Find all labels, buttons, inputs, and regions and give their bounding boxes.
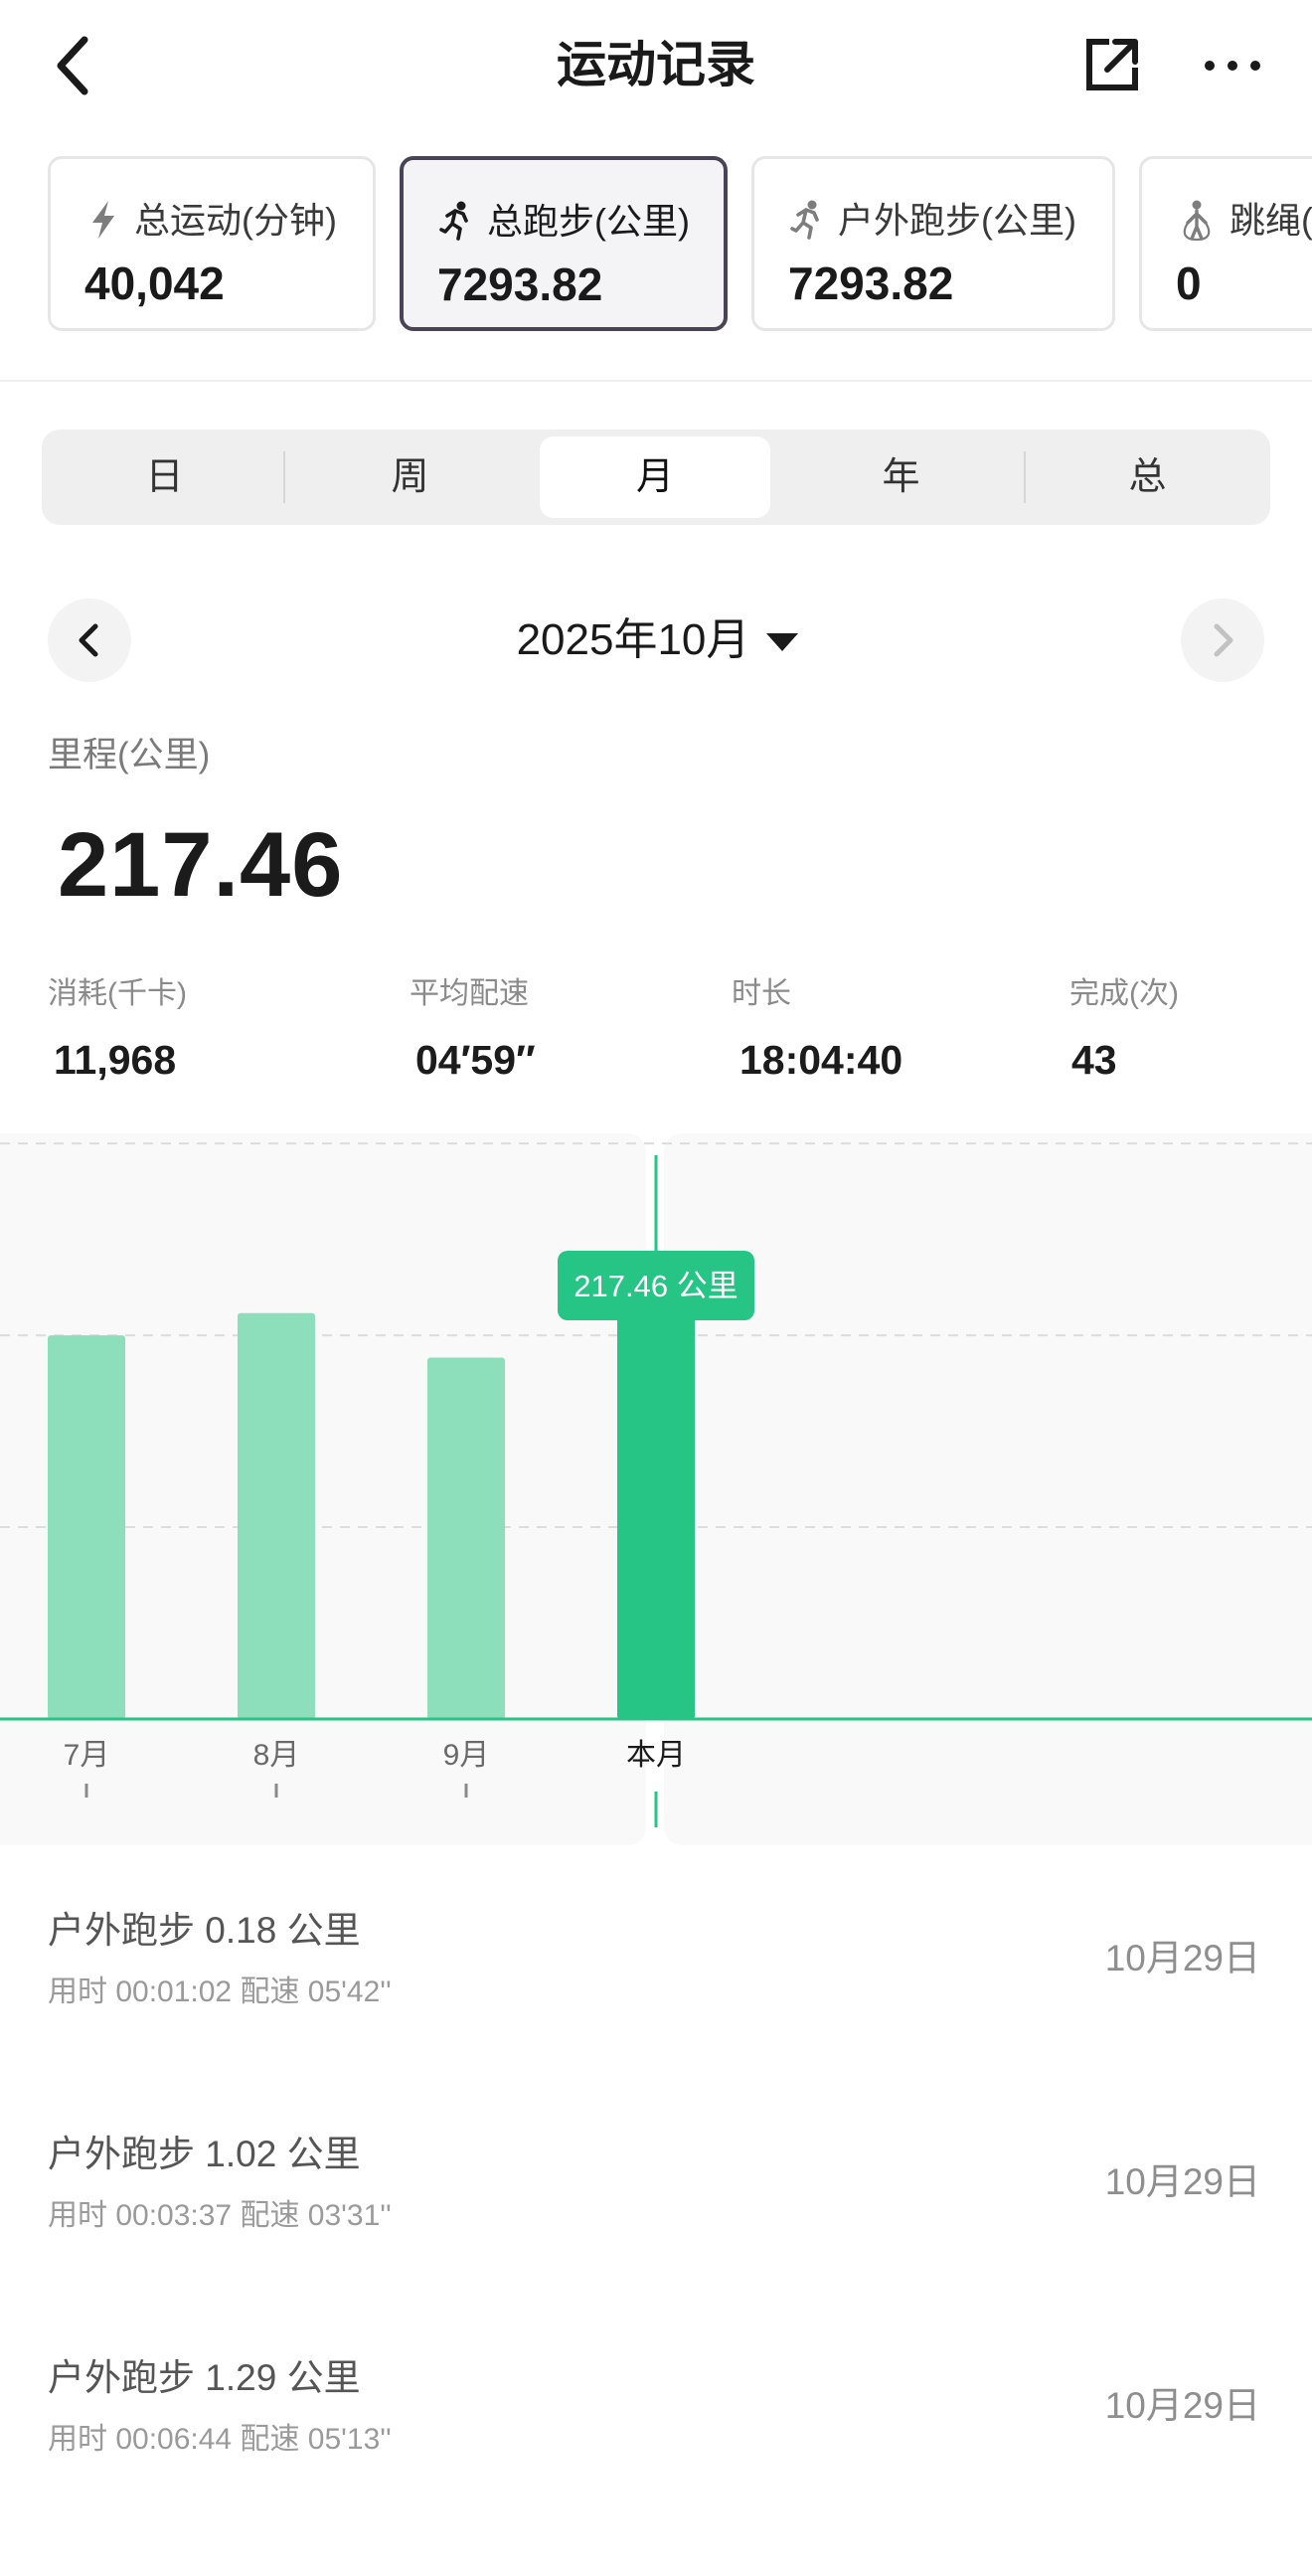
tab-total[interactable]: 总 — [1025, 429, 1270, 525]
caret-down-icon[interactable] — [765, 632, 799, 652]
lightning-icon — [92, 201, 114, 239]
month-label: 2025年10月 — [516, 615, 750, 664]
stat-label-duration: 时长 — [732, 977, 791, 1010]
chart-tooltip-label: 217.46 公里 — [574, 1269, 738, 1303]
chevron-right-icon — [1214, 623, 1233, 657]
chart-bar-4[interactable] — [617, 1280, 695, 1719]
record-date: 10月29日 — [1104, 2161, 1260, 2202]
record-title: 户外跑步 1.29 公里 — [48, 2357, 361, 2398]
chart-x-tick-label: 7月 — [64, 1739, 110, 1772]
tab-day[interactable]: 日 — [42, 429, 287, 525]
metric-card-label: 户外跑步(公里) — [838, 200, 1076, 241]
record-item[interactable]: 户外跑步 0.18 公里 用时 00:01:02 配速 05'42'' 10月2… — [0, 1905, 1312, 2129]
metric-card-value: 7293.82 — [437, 258, 603, 310]
chart-x-tick-label: 8月 — [253, 1739, 300, 1772]
outdoor-runner-icon — [790, 200, 819, 240]
section-divider — [0, 380, 1312, 382]
chart-x-tick-label: 9月 — [443, 1739, 490, 1772]
tab-month[interactable]: 月 — [540, 436, 770, 518]
metric-cards: 总运动(分钟) 40,042 总跑步(公里) 7293.82 户外跑步(公里) … — [0, 149, 1312, 340]
record-item[interactable]: 户外跑步 1.02 公里 用时 00:03:37 配速 03'31'' 10月2… — [0, 2129, 1312, 2352]
record-detail: 用时 00:06:44 配速 05'13'' — [48, 2423, 392, 2456]
period-tabs: 日 周 月 年 总 — [42, 429, 1270, 525]
record-item[interactable]: 户外跑步 1.29 公里 用时 00:06:44 配速 05'13'' 10月2… — [0, 2352, 1312, 2576]
tab-week[interactable]: 周 — [287, 429, 533, 525]
next-month-button[interactable] — [1181, 599, 1264, 682]
metric-card-value: 0 — [1176, 258, 1202, 309]
metric-card-value: 7293.82 — [788, 258, 954, 309]
chart-bar-3 — [427, 1357, 505, 1719]
record-title: 户外跑步 0.18 公里 — [48, 1910, 361, 1951]
metric-card-total-run[interactable]: 总跑步(公里) 7293.82 — [400, 156, 728, 331]
stat-value-count: 43 — [1071, 1037, 1117, 1083]
stat-label-calories: 消耗(千卡) — [48, 977, 187, 1010]
record-detail: 用时 00:01:02 配速 05'42'' — [48, 1975, 392, 2008]
record-title: 户外跑步 1.02 公里 — [48, 2134, 361, 2174]
stat-label-count: 完成(次) — [1069, 977, 1179, 1010]
chart-bar-2 — [238, 1312, 315, 1719]
distance-label: 里程(公里) — [48, 736, 211, 774]
metric-card-label: 跳绳( — [1230, 200, 1312, 241]
tab-year[interactable]: 年 — [778, 429, 1024, 525]
metric-card-value: 40,042 — [84, 258, 225, 309]
runner-icon — [439, 201, 468, 241]
tab-separator — [283, 451, 285, 503]
metric-card-total-exercise[interactable]: 总运动(分钟) 40,042 — [48, 156, 376, 331]
chart-bar-1 — [48, 1335, 125, 1719]
share-icon — [1086, 39, 1138, 90]
chart-x-tick-label: 本月 — [626, 1739, 686, 1772]
more-icon — [1205, 61, 1260, 71]
month-selector[interactable]: 2025年10月 — [0, 610, 1312, 670]
stat-value-calories: 11,968 — [54, 1037, 177, 1083]
more-button[interactable] — [1198, 36, 1267, 93]
metric-card-outdoor-run[interactable]: 户外跑步(公里) 7293.82 — [751, 156, 1115, 331]
jump-rope-icon — [1183, 200, 1211, 241]
distance-value: 217.46 — [58, 814, 344, 916]
metric-card-label: 总跑步(公里) — [487, 201, 690, 242]
record-date: 10月29日 — [1104, 1938, 1260, 1978]
metric-card-jump-rope[interactable]: 跳绳( 0 — [1139, 156, 1312, 331]
stat-value-duration: 18:04:40 — [739, 1037, 903, 1083]
metric-card-label: 总运动(分钟) — [134, 200, 337, 241]
record-date: 10月29日 — [1104, 2385, 1260, 2426]
monthly-distance-chart[interactable]: 7月 8月 9月 本月 217.46 公里 — [0, 1133, 1312, 1845]
stat-value-pace: 04′59″ — [415, 1037, 536, 1083]
stat-label-pace: 平均配速 — [410, 977, 529, 1010]
share-button[interactable] — [1083, 36, 1141, 93]
record-detail: 用时 00:03:37 配速 03'31'' — [48, 2199, 392, 2232]
